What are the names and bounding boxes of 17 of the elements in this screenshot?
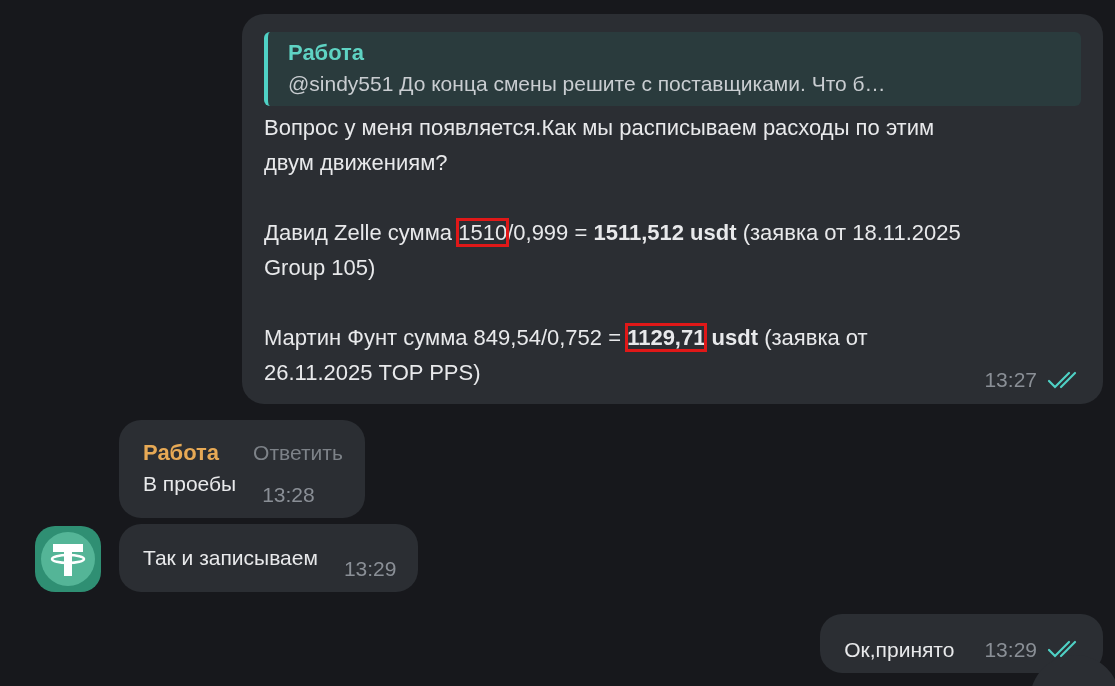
message-time: 13:28 bbox=[262, 481, 315, 508]
message-time: 13:29 bbox=[343, 555, 397, 582]
message-text: Мартин Фунт сумма 849,54/0,752 = 1129,71 usdt (заявка от 26.11.2025 TOP PPS) bbox=[264, 324, 869, 387]
quote-text: @sindy551 До конца смены решите с поставщиками. Что б… bbox=[288, 71, 887, 97]
message-text: Так и записываем bbox=[143, 544, 318, 571]
reply-quote[interactable]: Работа @sindy551 До конца смены решите с поставщиками. Что б… bbox=[264, 32, 1081, 106]
quote-author: Работа bbox=[288, 39, 366, 67]
reply-link[interactable]: Ответить bbox=[253, 437, 343, 468]
message-time: 13:29 bbox=[984, 636, 1037, 663]
highlighted-amount: 1129,71 bbox=[627, 325, 706, 350]
message-text: Давид Zelle сумма 1510/0,999 = 1511,512 usdt (заявка от 18.11.2025 Group 105) bbox=[264, 219, 962, 282]
sender-name: Работа bbox=[143, 438, 220, 467]
highlighted-amount: 1510 bbox=[458, 220, 508, 245]
message-text: Вопрос у меня появляется.Как мы расписываем расходы по этим двум движениям? bbox=[264, 114, 936, 177]
message-text: Ок,принято bbox=[844, 637, 955, 661]
message-text: В проебы bbox=[143, 470, 237, 497]
message-time: 13:27 bbox=[984, 367, 1037, 393]
